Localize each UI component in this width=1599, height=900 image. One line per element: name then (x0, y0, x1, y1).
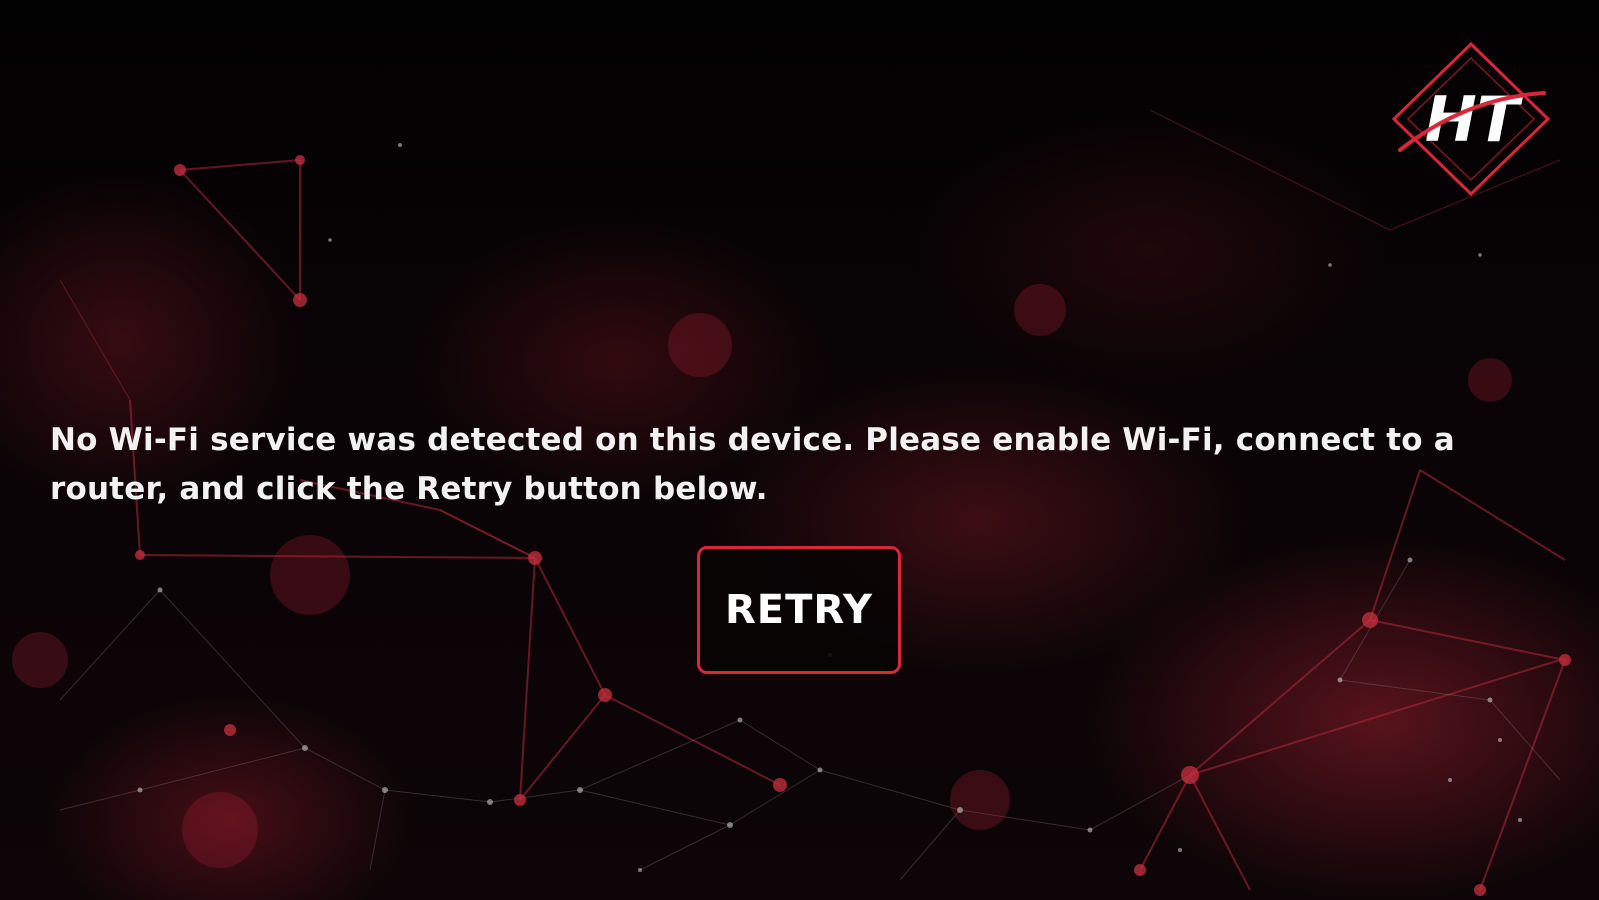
ht-logo-icon: HT (1391, 41, 1551, 197)
logo-text: HT (1425, 83, 1524, 156)
retry-button[interactable]: RETRY (697, 546, 901, 674)
no-wifi-screen: HT No Wi-Fi service was detected on this… (0, 0, 1599, 900)
no-wifi-message: No Wi-Fi service was detected on this de… (50, 422, 1455, 507)
